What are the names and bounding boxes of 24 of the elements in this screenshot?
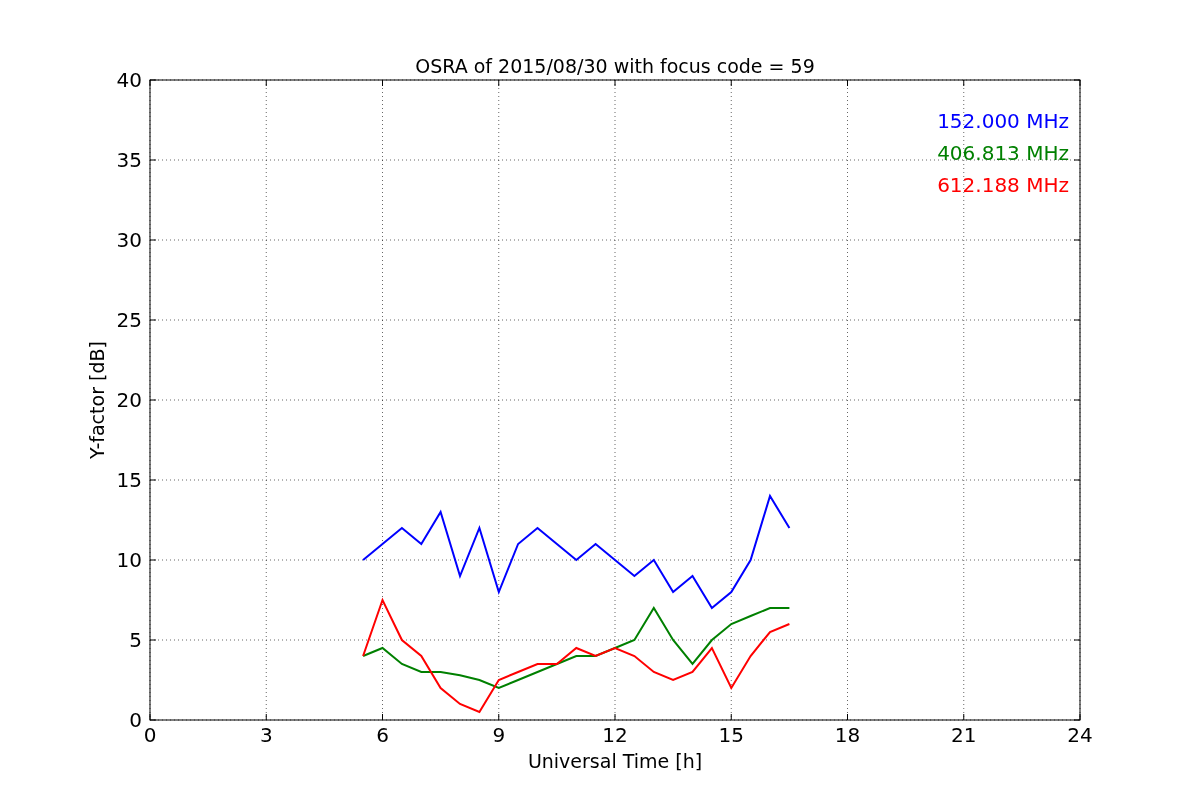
y-tick-label: 15	[116, 468, 142, 492]
y-tick-label: 5	[129, 628, 142, 652]
y-tick-label: 35	[116, 148, 142, 172]
y-tick-label: 40	[116, 68, 142, 92]
legend-label: 406.813 MHz	[937, 141, 1069, 165]
y-tick-label: 30	[116, 228, 142, 252]
legend-label: 152.000 MHz	[937, 109, 1069, 133]
x-tick-label: 6	[376, 723, 389, 747]
x-tick-label: 21	[951, 723, 977, 747]
x-tick-label: 24	[1067, 723, 1093, 747]
legend-label: 612.188 MHz	[937, 173, 1069, 197]
chart-title: OSRA of 2015/08/30 with focus code = 59	[415, 55, 815, 77]
x-tick-label: 9	[492, 723, 506, 747]
x-tick-label: 0	[143, 723, 157, 747]
x-tick-label: 18	[834, 723, 861, 747]
y-tick-label: 25	[116, 308, 142, 332]
x-tick-label: 12	[602, 723, 628, 747]
x-tick-label: 3	[259, 723, 273, 747]
y-tick-label: 0	[129, 708, 142, 732]
x-axis-label: Universal Time [h]	[527, 750, 703, 772]
y-tick-label: 20	[116, 388, 142, 412]
y-tick-label: 10	[116, 548, 142, 572]
y-axis-label: Y-factor [dB]	[86, 341, 108, 459]
x-tick-label: 15	[718, 723, 744, 747]
